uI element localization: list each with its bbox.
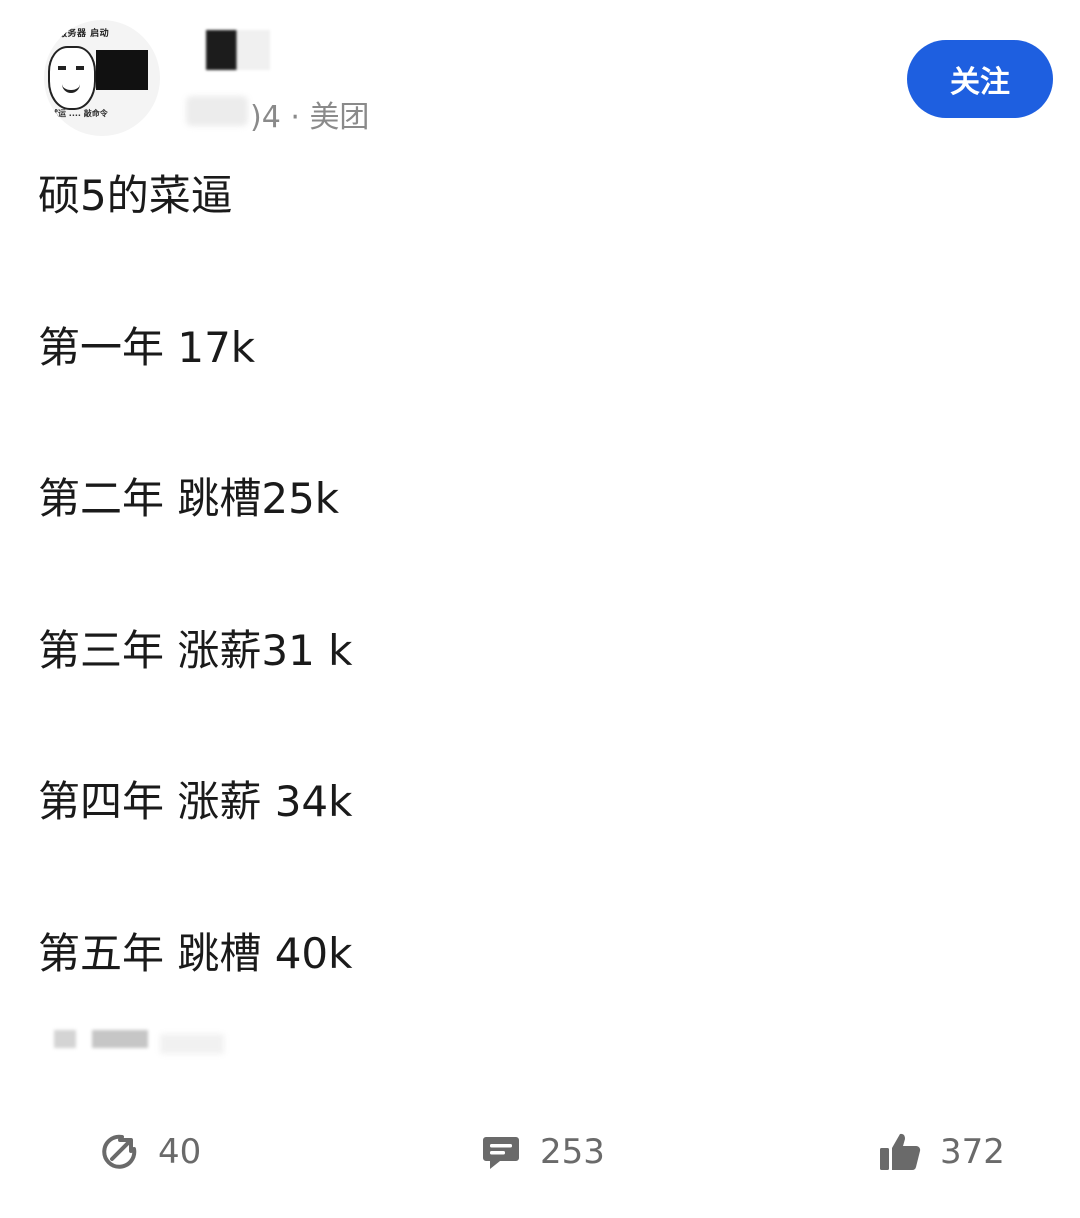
company-name[interactable]: 美团 <box>309 100 369 135</box>
share-icon <box>102 1134 137 1169</box>
comment-count: 253 <box>540 1132 605 1172</box>
post-line-year-2: 第二年 跳槽25k <box>38 474 340 523</box>
post-date: )4 <box>250 100 281 135</box>
footer-redacted-2 <box>92 1030 148 1048</box>
meta-separator: · <box>290 100 300 135</box>
share-count: 40 <box>158 1132 202 1172</box>
post-line-year-5: 第五年 跳槽 40k <box>38 929 353 978</box>
avatar[interactable]: 服务器 启动 试运 .... 敲命令 <box>44 20 160 136</box>
post-line-title: 硕5的菜逼 <box>38 171 233 220</box>
meta-redacted <box>186 96 248 126</box>
avatar-caption-top: 服务器 启动 <box>58 29 110 39</box>
username-redacted[interactable] <box>206 30 270 70</box>
footer-redacted-1 <box>54 1030 76 1048</box>
meme-face-icon <box>48 46 96 110</box>
post-line-year-4: 第四年 涨薪 34k <box>38 777 353 826</box>
follow-button[interactable]: 关注 <box>907 40 1053 118</box>
like-count: 372 <box>940 1132 1005 1172</box>
comment-button[interactable]: 253 <box>480 1130 605 1174</box>
thumbs-up-icon <box>880 1133 921 1171</box>
comment-icon <box>483 1137 519 1169</box>
post-line-year-1: 第一年 17k <box>38 323 256 372</box>
monitor-icon <box>96 50 148 90</box>
post-meta: )4 · 美团 <box>250 92 369 136</box>
post-line-year-3: 第三年 涨薪31 k <box>38 626 353 675</box>
avatar-caption-bottom: 试运 .... 敲命令 <box>50 109 108 118</box>
footer-redacted-3 <box>160 1034 224 1054</box>
like-button[interactable]: 372 <box>878 1130 1005 1174</box>
share-button[interactable]: 40 <box>98 1130 201 1174</box>
